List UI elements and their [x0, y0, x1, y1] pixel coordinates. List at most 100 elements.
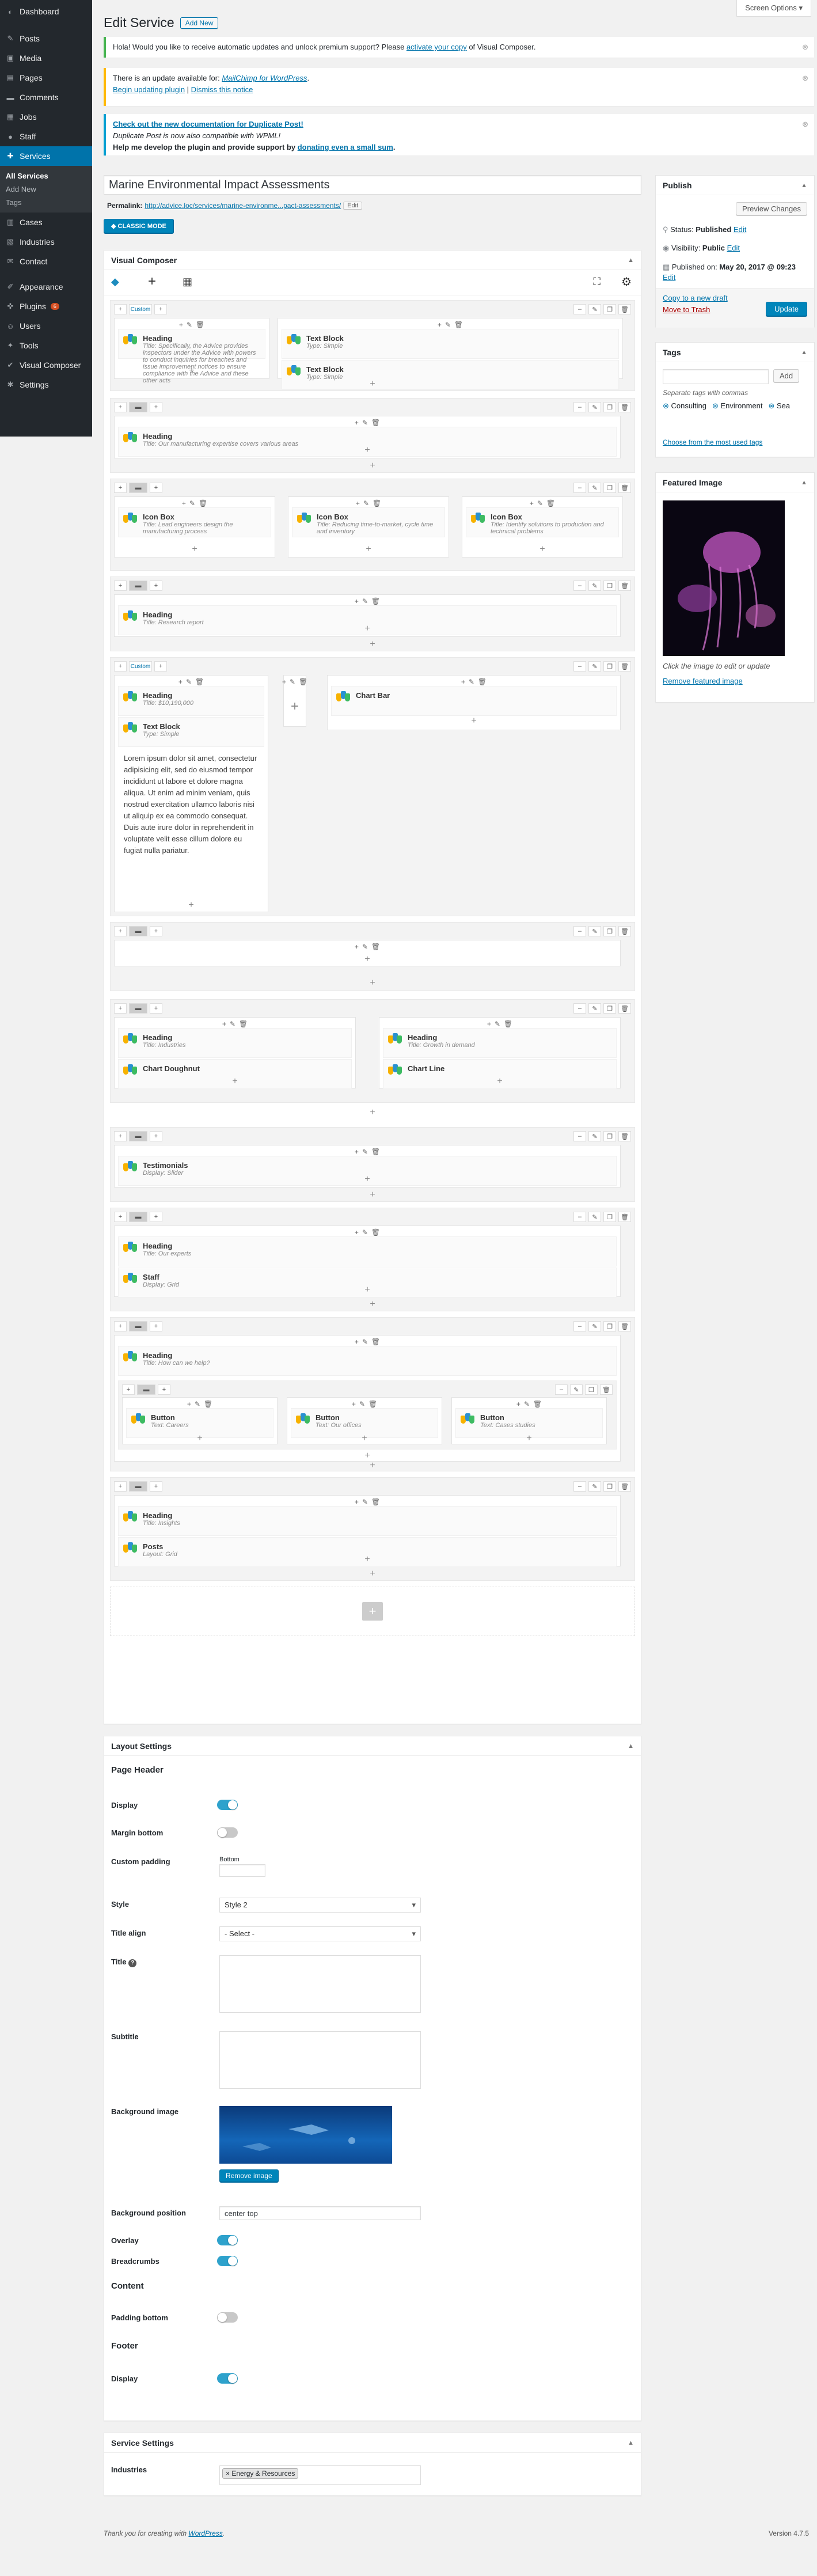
permalink-edit-button[interactable]: Edit: [343, 202, 363, 210]
column-delete-icon[interactable]: 🗑: [204, 1400, 212, 1408]
row-add-icon[interactable]: +: [150, 1212, 162, 1222]
add-element-plus-icon[interactable]: +: [188, 900, 193, 910]
row-edit-icon[interactable]: ✎: [588, 1481, 601, 1492]
add-element-plus-icon[interactable]: +: [370, 379, 375, 389]
row-add-column-icon[interactable]: +: [114, 661, 127, 671]
menu-item-posts[interactable]: ✎ Posts: [0, 29, 92, 48]
row-delete-icon[interactable]: 🗑: [618, 1321, 631, 1331]
column-delete-icon[interactable]: 🗑: [504, 1020, 512, 1028]
row-add-column-icon[interactable]: +: [114, 483, 127, 493]
settings-gear-icon[interactable]: ⚙: [621, 275, 632, 289]
vc-element[interactable]: Heading Title: How can we help?: [118, 1346, 617, 1376]
row-layout-icon[interactable]: ▬: [129, 1131, 147, 1141]
menu-item-dashboard[interactable]: ◐ Dashboard: [0, 0, 92, 23]
row-collapse-icon[interactable]: –: [573, 402, 586, 412]
row-collapse-icon[interactable]: –: [555, 1384, 568, 1395]
publish-header[interactable]: Publish ▲: [656, 176, 814, 195]
column-add-icon[interactable]: +: [438, 321, 442, 329]
column-edit-icon[interactable]: ✎: [362, 1228, 368, 1236]
choose-tags-link[interactable]: Choose from the most used tags: [663, 438, 762, 446]
add-element-plus-icon[interactable]: +: [197, 1433, 202, 1444]
remove-image-button[interactable]: Remove image: [219, 2169, 279, 2182]
overlay-toggle[interactable]: [217, 2235, 238, 2245]
content-padding-bottom-toggle[interactable]: [217, 2312, 238, 2323]
industry-tag[interactable]: × Energy & Resources: [222, 2468, 299, 2479]
column-delete-icon[interactable]: 🗑: [533, 1400, 542, 1408]
column-edit-icon[interactable]: ✎: [445, 321, 451, 329]
menu-item-jobs[interactable]: ▦ Jobs: [0, 107, 92, 127]
dismiss-icon[interactable]: ⊗: [802, 41, 808, 53]
row-add-icon[interactable]: +: [150, 1003, 162, 1014]
custom-layout-button[interactable]: Custom: [129, 304, 152, 314]
column-delete-icon[interactable]: 🗑: [371, 943, 380, 951]
row-layout-icon[interactable]: ▬: [137, 1384, 155, 1395]
title-textarea[interactable]: [219, 1955, 421, 2013]
column-edit-icon[interactable]: ✎: [362, 1338, 368, 1346]
row-add-icon[interactable]: +: [150, 1481, 162, 1492]
column-add-icon[interactable]: +: [187, 1400, 191, 1408]
row-add-column-icon[interactable]: +: [122, 1384, 135, 1395]
vc-element[interactable]: Text Block Type: Simple: [282, 360, 619, 390]
add-element-plus-icon[interactable]: +: [471, 716, 476, 726]
row-clone-icon[interactable]: ❐: [603, 483, 616, 493]
menu-item-comments[interactable]: ▬ Comments: [0, 88, 92, 107]
fullscreen-icon[interactable]: ⛶: [593, 276, 601, 288]
vc-element[interactable]: Icon Box Title: Reducing time-to-market, …: [292, 507, 445, 537]
add-element-plus-icon[interactable]: +: [362, 1433, 367, 1444]
breadcrumbs-toggle[interactable]: [217, 2256, 238, 2266]
dismiss-icon[interactable]: ⊗: [802, 119, 808, 130]
vc-box-header[interactable]: Visual Composer ▲: [104, 251, 641, 270]
row-edit-icon[interactable]: ✎: [588, 1131, 601, 1141]
add-element-plus-icon[interactable]: +: [370, 1299, 375, 1310]
row-delete-icon[interactable]: 🗑: [618, 304, 631, 314]
menu-item-plugins[interactable]: ✜ Plugins 6: [0, 297, 92, 316]
column-delete-icon[interactable]: 🗑: [299, 678, 307, 686]
row-edit-icon[interactable]: ✎: [588, 483, 601, 493]
menu-item-contact[interactable]: ✉ Contact: [0, 252, 92, 271]
row-clone-icon[interactable]: ❐: [603, 1003, 616, 1014]
margin-bottom-toggle[interactable]: [217, 1827, 238, 1838]
row-clone-icon[interactable]: ❐: [603, 304, 616, 314]
add-element-plus-icon[interactable]: +: [364, 445, 370, 456]
column-add-icon[interactable]: +: [487, 1020, 491, 1028]
remove-tag-icon[interactable]: ⊗: [663, 401, 669, 410]
column-delete-icon[interactable]: 🗑: [368, 1400, 377, 1408]
column-add-icon[interactable]: +: [355, 1148, 359, 1156]
help-icon[interactable]: ?: [128, 1959, 137, 1967]
column-delete-icon[interactable]: 🗑: [196, 321, 204, 329]
vc-element[interactable]: Text Block Type: Simple: [118, 717, 264, 747]
dismiss-notice-link[interactable]: Dismiss this notice: [191, 85, 253, 94]
row-delete-icon[interactable]: 🗑: [618, 581, 631, 591]
mailchimp-link[interactable]: MailChimp for WordPress: [222, 74, 307, 82]
featured-image-header[interactable]: Featured Image ▲: [656, 473, 814, 492]
update-button[interactable]: Update: [766, 302, 807, 316]
row-add-column-icon[interactable]: +: [114, 926, 127, 936]
collapse-icon[interactable]: ▲: [628, 2440, 634, 2446]
row-clone-icon[interactable]: ❐: [603, 1131, 616, 1141]
copy-draft-link[interactable]: Copy to a new draft: [663, 294, 728, 302]
add-element-plus-icon[interactable]: +: [364, 954, 370, 965]
menu-item-cases[interactable]: ▥ Cases: [0, 213, 92, 232]
background-position-input[interactable]: [219, 2206, 421, 2220]
menu-item-visual-composer[interactable]: ✔ Visual Composer: [0, 355, 92, 375]
vc-element[interactable]: Heading Title: Specifically, the Advice p…: [118, 329, 265, 384]
column-delete-icon[interactable]: 🗑: [373, 499, 381, 507]
row-layout-icon[interactable]: ▬: [129, 1481, 147, 1492]
column-edit-icon[interactable]: ✎: [362, 419, 368, 427]
add-element-plus-icon[interactable]: +: [370, 1190, 375, 1200]
industries-multiselect[interactable]: × Energy & Resources: [219, 2465, 421, 2485]
row-add-column-icon[interactable]: +: [114, 1003, 127, 1014]
add-element-plus-icon[interactable]: +: [497, 1076, 502, 1087]
vc-element[interactable]: Icon Box Title: Identify solutions to pro…: [466, 507, 619, 537]
row-delete-icon[interactable]: 🗑: [618, 926, 631, 936]
column-add-icon[interactable]: +: [178, 678, 183, 686]
display-toggle[interactable]: [217, 1800, 238, 1810]
remove-tag-icon[interactable]: ⊗: [768, 401, 774, 410]
donate-link[interactable]: donating even a small sum: [298, 143, 393, 151]
column-add-icon[interactable]: +: [355, 1338, 359, 1346]
add-element-plus-icon[interactable]: +: [370, 461, 375, 471]
row-clone-icon[interactable]: ❐: [585, 1384, 598, 1395]
add-element-plus-icon[interactable]: +: [364, 1554, 370, 1565]
add-column-plus-icon[interactable]: +: [291, 699, 299, 715]
column-edit-icon[interactable]: ✎: [524, 1400, 530, 1408]
